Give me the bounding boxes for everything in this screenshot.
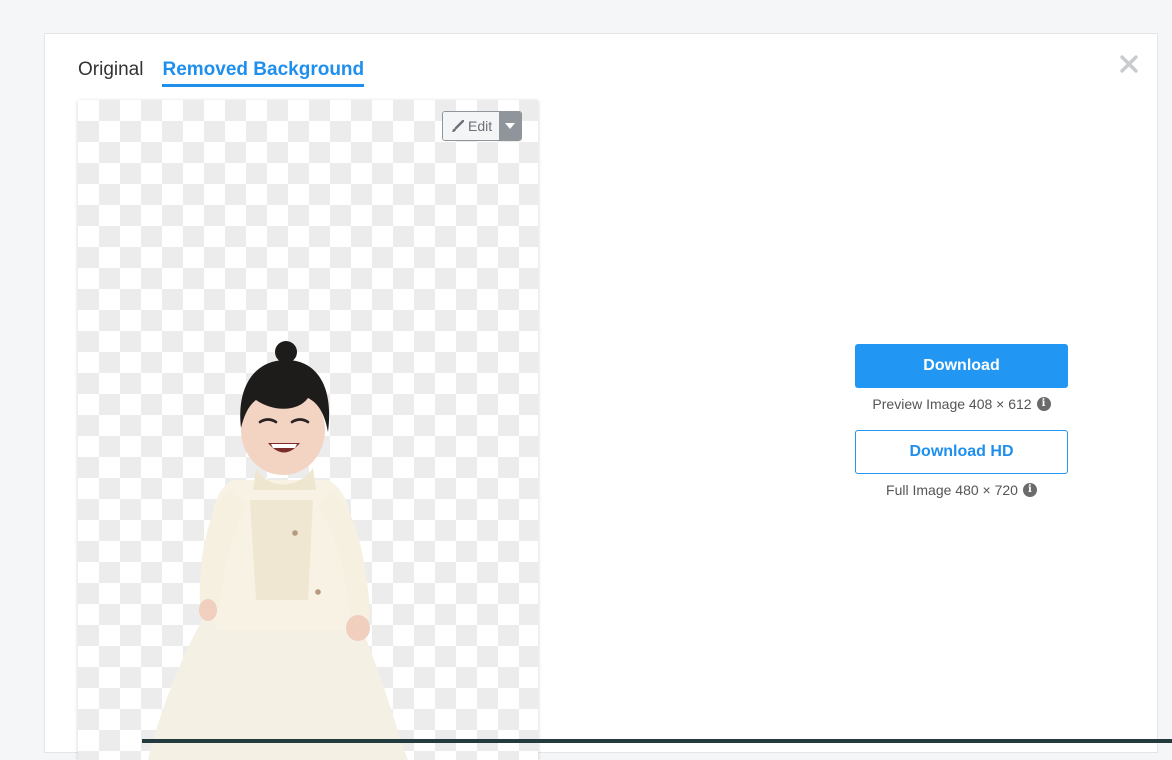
edit-menu-toggle[interactable] [499, 112, 522, 140]
preview-image-info: Preview Image 408 × 612 i [855, 396, 1068, 412]
edit-button[interactable]: Edit [443, 112, 500, 140]
preview-image-size: Preview Image 408 × 612 [872, 396, 1032, 412]
tab-original[interactable]: Original [78, 59, 143, 87]
download-hd-button[interactable]: Download HD [855, 430, 1068, 474]
view-tabs: Original Removed Background [78, 59, 365, 87]
cutout-subject [148, 341, 408, 760]
edit-button-group: Edit [442, 111, 523, 141]
info-icon[interactable]: i [1022, 483, 1037, 497]
result-image-preview: Edit [78, 100, 538, 760]
edit-label: Edit [468, 118, 493, 134]
download-button[interactable]: Download [855, 344, 1068, 388]
tab-removed-background[interactable]: Removed Background [162, 59, 365, 87]
close-button[interactable] [1117, 52, 1141, 76]
full-image-info: Full Image 480 × 720 i [855, 482, 1068, 498]
brush-icon [452, 119, 464, 132]
result-modal: Original Removed Background Edit Downloa… [44, 33, 1158, 760]
full-image-size: Full Image 480 × 720 [886, 482, 1018, 498]
caret-down-icon [505, 123, 516, 129]
download-actions: Download Preview Image 408 × 612 i Downl… [855, 344, 1068, 516]
close-icon [1120, 55, 1138, 73]
info-icon[interactable]: i [1036, 397, 1051, 411]
bottom-taskbar-edge [142, 739, 1172, 743]
